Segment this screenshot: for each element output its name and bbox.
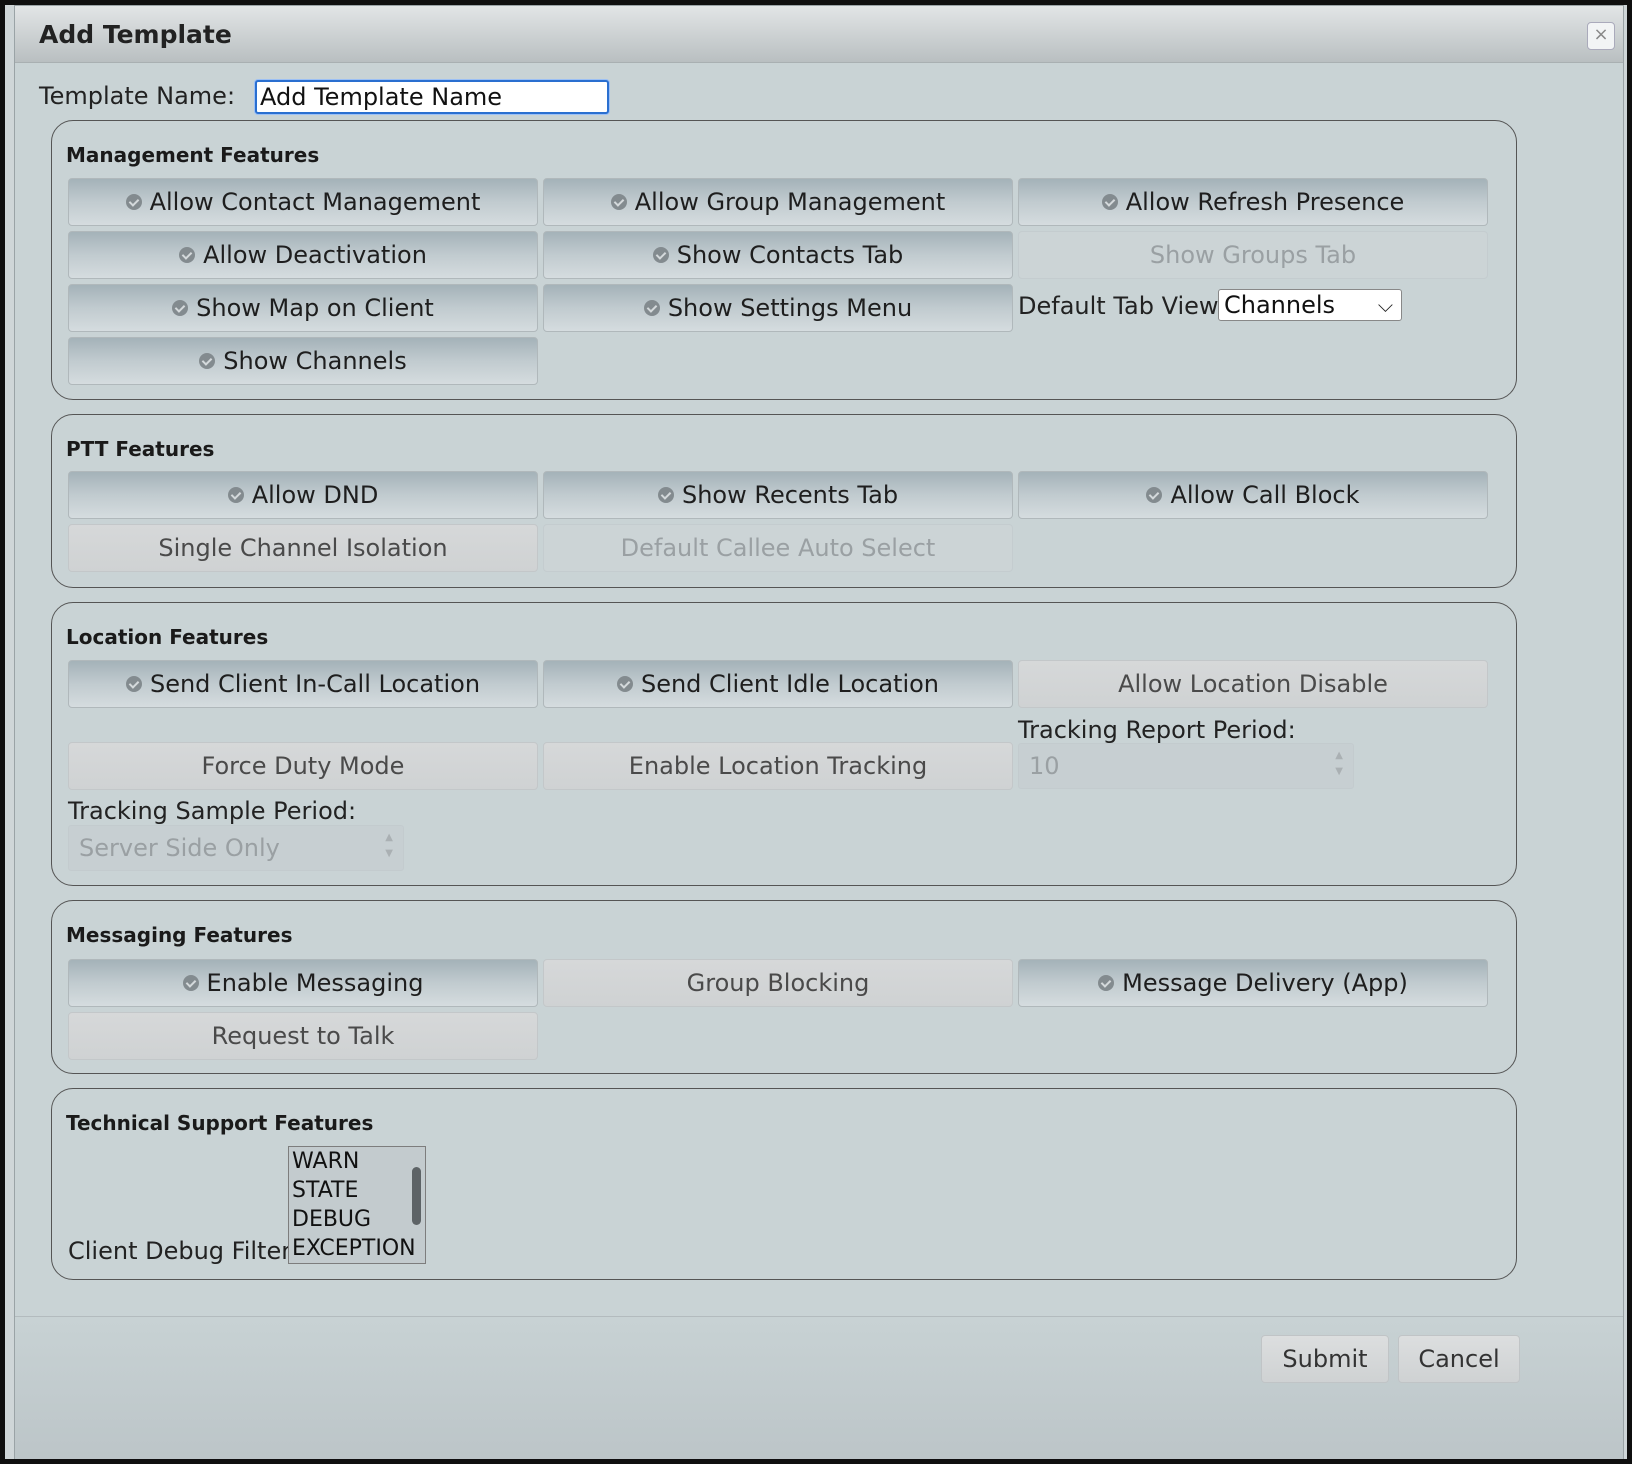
check-icon <box>652 247 669 263</box>
debug-option[interactable]: DEBUG <box>289 1205 425 1234</box>
messaging-features-section: Messaging Features Enable Messaging Grou… <box>51 900 1517 1074</box>
show-contacts-tab-toggle[interactable]: Show Contacts Tab <box>543 231 1013 279</box>
toggle-label: Show Groups Tab <box>1149 241 1357 269</box>
spinner-arrows-icon: ▲ ▼ <box>385 832 393 859</box>
dialog-title: Add Template <box>39 20 232 49</box>
section-title: Location Features <box>66 625 269 649</box>
toggle-label: Show Contacts Tab <box>676 241 904 269</box>
section-title: PTT Features <box>66 437 215 461</box>
enable-location-tracking-toggle[interactable]: Enable Location Tracking <box>543 742 1013 790</box>
allow-contact-management-toggle[interactable]: Allow Contact Management <box>68 178 538 226</box>
check-icon <box>1101 194 1118 210</box>
technical-support-section: Technical Support Features Client Debug … <box>51 1088 1517 1280</box>
toggle-label: Enable Location Tracking <box>628 752 928 780</box>
message-delivery-app-toggle[interactable]: Message Delivery (App) <box>1018 959 1488 1007</box>
check-icon <box>227 487 244 503</box>
template-name-input[interactable] <box>255 80 609 114</box>
toggle-label: Send Client In-Call Location <box>149 670 481 698</box>
check-icon <box>1098 975 1115 991</box>
allow-refresh-presence-toggle[interactable]: Allow Refresh Presence <box>1018 178 1488 226</box>
default-tab-view-select[interactable]: Channels ⌵ <box>1218 289 1402 321</box>
toggle-label: Allow Contact Management <box>149 188 481 216</box>
ptt-features-section: PTT Features Allow DND Show Recents Tab … <box>51 414 1517 588</box>
default-callee-auto-select-toggle[interactable]: Default Callee Auto Select <box>543 524 1013 572</box>
debug-option[interactable]: STATE <box>289 1176 425 1205</box>
input-value: 10 <box>1029 752 1060 780</box>
toggle-label: Allow Call Block <box>1170 481 1360 509</box>
check-icon <box>657 487 674 503</box>
template-name-label: Template Name: <box>39 82 236 110</box>
tracking-report-period-input[interactable]: 10 ▲ ▼ <box>1018 743 1354 789</box>
check-icon <box>179 247 196 263</box>
show-map-on-client-toggle[interactable]: Show Map on Client <box>68 284 538 332</box>
toggle-label: Group Blocking <box>686 969 870 997</box>
check-icon <box>643 300 660 316</box>
debug-option[interactable]: WARN <box>289 1147 425 1176</box>
allow-location-disable-toggle[interactable]: Allow Location Disable <box>1018 660 1488 708</box>
listbox-scrollbar[interactable] <box>412 1167 421 1225</box>
add-template-dialog: Add Template × Template Name: Management… <box>14 5 1624 1459</box>
toggle-label: Request to Talk <box>211 1022 395 1050</box>
default-tab-view-label: Default Tab View: <box>1018 292 1226 320</box>
toggle-label: Show Recents Tab <box>681 481 899 509</box>
check-icon <box>1146 487 1163 503</box>
toggle-label: Show Channels <box>223 347 407 375</box>
request-to-talk-toggle[interactable]: Request to Talk <box>68 1012 538 1060</box>
cancel-button[interactable]: Cancel <box>1398 1335 1520 1383</box>
close-icon[interactable]: × <box>1587 22 1615 50</box>
toggle-label: Show Settings Menu <box>667 294 913 322</box>
check-icon <box>172 300 189 316</box>
debug-option[interactable]: EXCEPTION <box>289 1234 425 1263</box>
toggle-label: Allow Group Management <box>634 188 946 216</box>
toggle-label: Force Duty Mode <box>201 752 405 780</box>
chevron-down-icon: ⌵ <box>1377 293 1393 317</box>
toggle-label: Message Delivery (App) <box>1122 969 1408 997</box>
show-groups-tab-toggle[interactable]: Show Groups Tab <box>1018 231 1488 279</box>
toggle-label: Send Client Idle Location <box>640 670 940 698</box>
section-title: Management Features <box>66 143 320 167</box>
check-icon <box>199 353 216 369</box>
tracking-sample-period-label: Tracking Sample Period: <box>68 797 357 825</box>
submit-button[interactable]: Submit <box>1261 1335 1389 1383</box>
allow-deactivation-toggle[interactable]: Allow Deactivation <box>68 231 538 279</box>
show-recents-tab-toggle[interactable]: Show Recents Tab <box>543 471 1013 519</box>
toggle-label: Show Map on Client <box>196 294 434 322</box>
toggle-label: Allow Refresh Presence <box>1125 188 1405 216</box>
dialog-titlebar: Add Template × <box>15 6 1623 63</box>
location-features-section: Location Features Send Client In-Call Lo… <box>51 602 1517 886</box>
toggle-label: Allow DND <box>251 481 379 509</box>
force-duty-mode-toggle[interactable]: Force Duty Mode <box>68 742 538 790</box>
client-debug-filter-label: Client Debug Filter: <box>68 1237 299 1265</box>
check-icon <box>125 194 142 210</box>
tracking-sample-period-input[interactable]: Server Side Only ▲ ▼ <box>68 825 404 871</box>
toggle-label: Allow Deactivation <box>203 241 427 269</box>
input-value: Server Side Only <box>79 834 280 862</box>
allow-call-block-toggle[interactable]: Allow Call Block <box>1018 471 1488 519</box>
allow-group-management-toggle[interactable]: Allow Group Management <box>543 178 1013 226</box>
select-value: Channels <box>1224 291 1336 319</box>
check-icon <box>616 676 633 692</box>
single-channel-isolation-toggle[interactable]: Single Channel Isolation <box>68 524 538 572</box>
send-client-in-call-location-toggle[interactable]: Send Client In-Call Location <box>68 660 538 708</box>
send-client-idle-location-toggle[interactable]: Send Client Idle Location <box>543 660 1013 708</box>
toggle-label: Default Callee Auto Select <box>620 534 936 562</box>
show-channels-toggle[interactable]: Show Channels <box>68 337 538 385</box>
spinner-arrows-icon: ▲ ▼ <box>1335 750 1343 777</box>
management-features-section: Management Features Allow Contact Manage… <box>51 120 1517 400</box>
check-icon <box>610 194 627 210</box>
toggle-label: Enable Messaging <box>206 969 424 997</box>
section-title: Technical Support Features <box>66 1111 374 1135</box>
allow-dnd-toggle[interactable]: Allow DND <box>68 471 538 519</box>
tracking-report-period-label: Tracking Report Period: <box>1018 716 1296 744</box>
check-icon <box>182 975 199 991</box>
toggle-label: Single Channel Isolation <box>158 534 448 562</box>
show-settings-menu-toggle[interactable]: Show Settings Menu <box>543 284 1013 332</box>
toggle-label: Allow Location Disable <box>1118 670 1388 698</box>
section-title: Messaging Features <box>66 923 293 947</box>
group-blocking-toggle[interactable]: Group Blocking <box>543 959 1013 1007</box>
check-icon <box>125 676 142 692</box>
enable-messaging-toggle[interactable]: Enable Messaging <box>68 959 538 1007</box>
client-debug-filter-listbox[interactable]: WARN STATE DEBUG EXCEPTION <box>288 1146 426 1264</box>
